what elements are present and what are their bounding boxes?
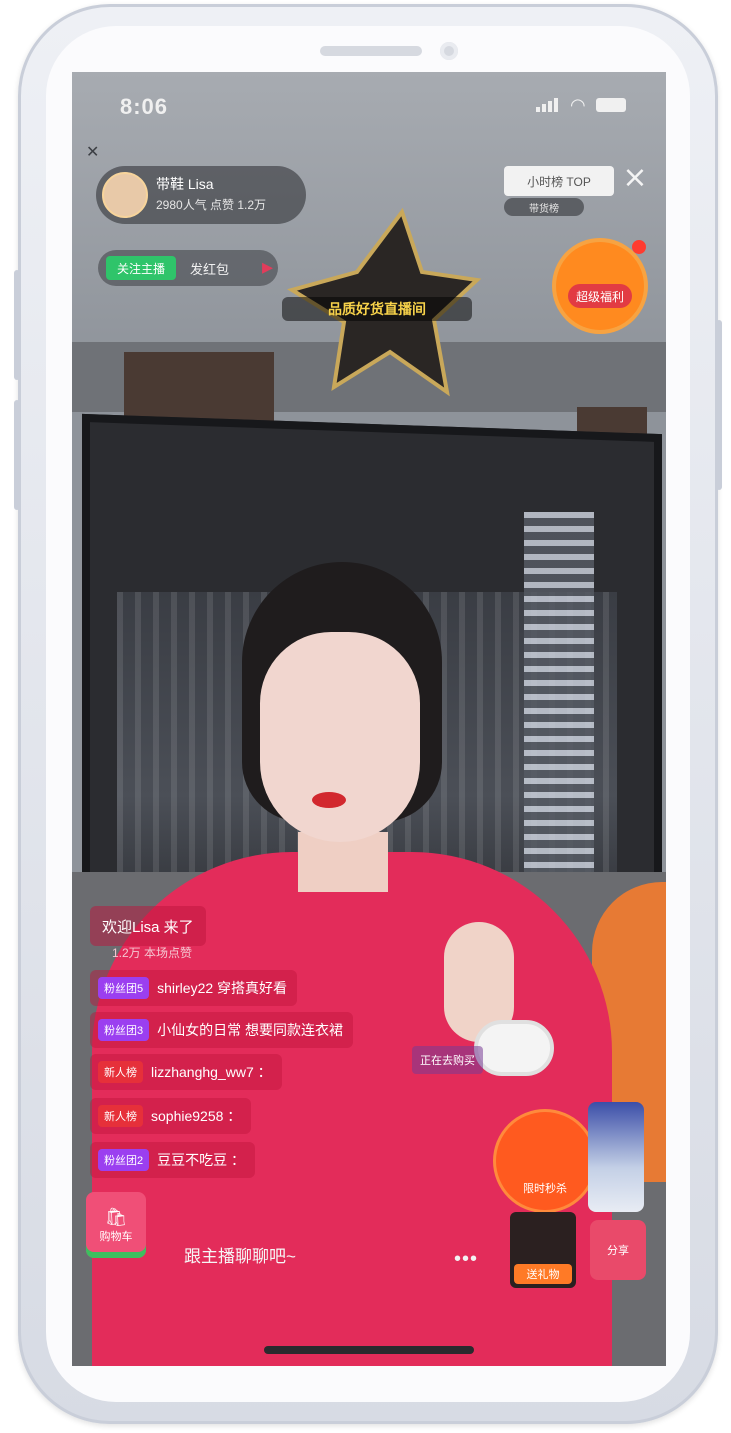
host-name: 带鞋 Lisa <box>156 176 214 192</box>
chat-text: lizzhanghg_ww7 ： <box>151 1064 272 1080</box>
cart-label: 购物车 <box>99 1230 133 1243</box>
volume-button <box>14 400 20 510</box>
promo-label[interactable]: 限时秒杀 <box>508 1178 582 1198</box>
power-button <box>716 320 722 490</box>
chat-message: 新人榜 lizzhanghg_ww7 ： <box>90 1054 282 1090</box>
cart-icon: 🛍 <box>104 1206 128 1227</box>
status-time: 8:06 <box>120 94 169 119</box>
chat-text: 豆豆不吃豆 ： <box>157 1152 246 1168</box>
chat-message: 粉丝团5 shirley22 穿搭真好看 <box>90 970 298 1006</box>
streamer <box>474 1020 554 1076</box>
status-icons: ◠ <box>536 95 626 115</box>
newcomer-badge: 新人榜 <box>98 1061 143 1083</box>
chat-likes: 1.2万 本场点赞 <box>112 946 193 960</box>
streamer <box>260 632 420 842</box>
notification-dot <box>632 240 646 254</box>
follow-button[interactable]: 关注主播 <box>106 256 176 280</box>
follow-text[interactable]: 发红包 <box>190 259 229 278</box>
product-card[interactable] <box>588 1102 644 1212</box>
avatar[interactable] <box>102 172 148 218</box>
speaker-grille <box>320 46 422 56</box>
star-badge-text: 品质好货直播间 <box>282 297 472 321</box>
host-stats: 2980人气 点赞 1.2万 <box>156 198 267 212</box>
collapse-icon[interactable]: ✕ <box>86 142 99 162</box>
fan-badge: 粉丝团3 <box>98 1019 150 1041</box>
volume-button <box>14 270 20 380</box>
newcomer-badge: 新人榜 <box>98 1105 143 1127</box>
gift-button[interactable]: 送礼物 <box>514 1264 572 1284</box>
wifi-icon: ◠ <box>570 95 586 115</box>
more-icon[interactable]: ••• <box>454 1248 478 1271</box>
chat-text: 小仙女的日常 想要同款连衣裙 <box>157 1022 344 1038</box>
battery-icon <box>595 98 626 112</box>
rank-sub[interactable]: 带货榜 <box>504 198 584 216</box>
cart-button[interactable]: 🛍 购物车 <box>86 1192 146 1258</box>
fan-badge: 粉丝团2 <box>98 1149 150 1171</box>
front-camera <box>440 42 458 60</box>
chat-text: sophie9258 ： <box>151 1108 242 1124</box>
streamer <box>312 792 346 808</box>
redbag-label[interactable]: 超级福利 <box>568 284 632 308</box>
chat-message: 新人榜 sophie9258 ： <box>90 1098 252 1134</box>
fan-badge: 粉丝团5 <box>98 977 150 999</box>
home-indicator[interactable] <box>264 1346 474 1354</box>
chat-welcome: 欢迎Lisa 来了 <box>90 906 206 946</box>
rank-badge[interactable]: 小时榜 TOP <box>504 166 614 196</box>
chat-message: 粉丝团3 小仙女的日常 想要同款连衣裙 <box>90 1012 354 1048</box>
purchase-notice: 正在去购买 <box>412 1046 483 1074</box>
livestream-screen: 8:06 ◠ ✕ 带鞋 Lisa 2980人气 点赞 1.2万 关注主播 发红包… <box>72 72 666 1366</box>
share-button[interactable]: 分享 <box>590 1220 646 1280</box>
chat-message: 粉丝团2 豆豆不吃豆 ： <box>90 1142 256 1178</box>
chat-text: shirley22 穿搭真好看 <box>157 980 288 996</box>
close-icon[interactable]: ⨯ <box>618 160 652 194</box>
follow-bar: 关注主播 发红包 <box>98 250 278 286</box>
video-background <box>524 512 594 932</box>
comment-input[interactable]: 跟主播聊聊吧~ <box>172 1234 492 1274</box>
signal-icon <box>536 98 560 112</box>
